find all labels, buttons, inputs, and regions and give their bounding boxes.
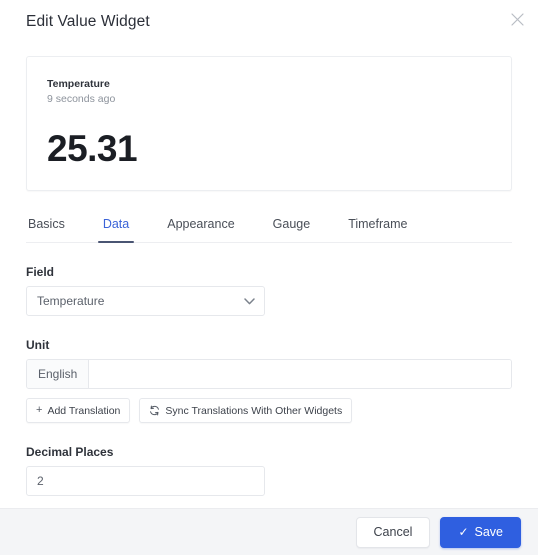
close-icon[interactable]: [505, 7, 529, 31]
edit-value-widget-dialog: Edit Value Widget Temperature 9 seconds …: [0, 0, 538, 555]
decimal-places-wrapper: [26, 466, 265, 496]
sync-translations-label: Sync Translations With Other Widgets: [165, 404, 343, 417]
field-select[interactable]: [26, 286, 265, 316]
unit-language-addon: English: [27, 360, 90, 388]
unit-input-group: English: [26, 359, 512, 389]
dialog-body: Temperature 9 seconds ago 25.31 Basics D…: [0, 44, 538, 508]
tab-appearance[interactable]: Appearance: [165, 213, 236, 242]
preview-title: Temperature: [47, 78, 110, 90]
tab-timeframe[interactable]: Timeframe: [346, 213, 409, 242]
add-translation-label: Add Translation: [47, 404, 121, 417]
dialog-title: Edit Value Widget: [26, 13, 150, 30]
decimal-places-input[interactable]: [26, 466, 265, 496]
unit-label: Unit: [26, 338, 50, 352]
field-label: Field: [26, 265, 55, 279]
tab-data[interactable]: Data: [97, 213, 135, 243]
preview-timestamp: 9 seconds ago: [47, 93, 116, 105]
preview-value: 25.31: [47, 128, 138, 169]
cancel-button[interactable]: Cancel: [355, 516, 431, 548]
save-button-label: Save: [474, 525, 504, 539]
dialog-header: Edit Value Widget: [0, 0, 538, 44]
decimal-places-group: Decimal Places: [26, 445, 512, 496]
dialog-footer: Cancel ✓ Save: [0, 508, 538, 555]
translation-button-row: + Add Translation Sync Translations With…: [26, 398, 512, 423]
widget-preview-card: Temperature 9 seconds ago 25.31: [26, 56, 512, 191]
unit-input[interactable]: [89, 360, 511, 388]
sync-icon: [149, 405, 160, 416]
check-icon: ✓: [458, 525, 469, 539]
save-button[interactable]: ✓ Save: [440, 516, 521, 548]
sync-translations-button[interactable]: Sync Translations With Other Widgets: [139, 398, 353, 423]
plus-icon: +: [36, 404, 43, 416]
add-translation-button[interactable]: + Add Translation: [26, 398, 131, 423]
field-select-wrapper: [26, 286, 265, 316]
field-group: Field: [26, 265, 512, 316]
unit-group: Unit English + Add Translation Sync Tran…: [26, 338, 512, 423]
settings-tabs: Basics Data Appearance Gauge Timeframe: [26, 213, 512, 243]
decimal-places-label: Decimal Places: [26, 445, 114, 459]
tab-basics[interactable]: Basics: [26, 213, 67, 242]
tab-gauge[interactable]: Gauge: [271, 213, 313, 242]
